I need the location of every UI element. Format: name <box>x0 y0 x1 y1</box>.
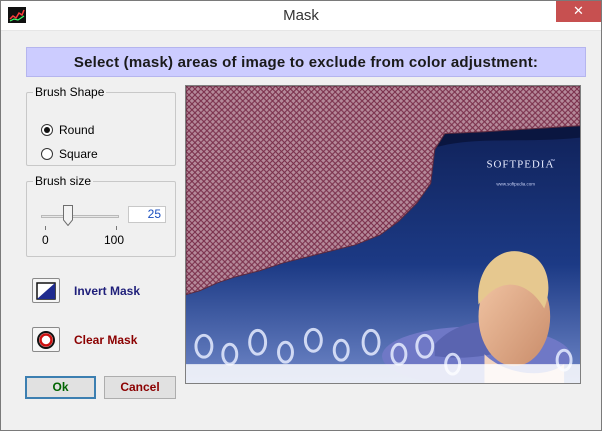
image-canvas[interactable]: SOFTPEDIA ™ www.softpedia.com <box>185 85 581 384</box>
title-bar: Mask ✕ <box>1 1 601 31</box>
brush-size-slider-track[interactable] <box>41 215 119 218</box>
radio-square[interactable]: Square <box>41 147 98 161</box>
image-trademark: ™ <box>550 158 555 164</box>
slider-min-label: 0 <box>42 233 49 247</box>
clear-icon <box>37 330 55 349</box>
invert-mask-label: Invert Mask <box>74 283 141 298</box>
invert-icon <box>36 281 56 300</box>
brush-size-slider-thumb[interactable] <box>63 205 73 226</box>
clear-mask-action[interactable]: Clear Mask <box>32 327 137 352</box>
brush-size-value[interactable]: 25 <box>128 206 166 223</box>
brush-shape-group: Brush Shape Round Square <box>26 85 176 166</box>
instruction-banner: Select (mask) areas of image to exclude … <box>26 47 586 77</box>
brush-size-group: Brush size 25 0 100 <box>26 174 176 257</box>
close-icon: ✕ <box>573 3 584 18</box>
image-brand-text: SOFTPEDIA <box>486 158 554 170</box>
clear-mask-button[interactable] <box>32 327 60 352</box>
radio-indicator <box>41 148 53 160</box>
close-button[interactable]: ✕ <box>556 1 601 22</box>
radio-round[interactable]: Round <box>41 123 94 137</box>
radio-round-label: Round <box>59 123 95 137</box>
radio-square-label: Square <box>59 147 98 161</box>
mask-dialog: Mask ✕ Select (mask) areas of image to e… <box>0 0 602 431</box>
window-title: Mask <box>283 7 319 24</box>
brush-size-legend: Brush size <box>35 174 92 188</box>
cancel-button[interactable]: Cancel <box>104 376 176 399</box>
instruction-text: Select (mask) areas of image to exclude … <box>73 54 539 71</box>
clear-mask-label: Clear Mask <box>74 332 138 347</box>
slider-max-label: 100 <box>104 233 125 247</box>
dialog-body: Select (mask) areas of image to exclude … <box>9 32 595 424</box>
foam-band <box>186 364 580 383</box>
ok-button[interactable]: Ok <box>25 376 96 399</box>
invert-mask-action[interactable]: Invert Mask <box>32 278 140 303</box>
radio-indicator <box>41 124 53 136</box>
slider-ticks <box>45 226 117 230</box>
invert-mask-button[interactable] <box>32 278 60 303</box>
brush-shape-legend: Brush Shape <box>35 85 105 99</box>
image-url-text: www.softpedia.com <box>496 181 535 186</box>
